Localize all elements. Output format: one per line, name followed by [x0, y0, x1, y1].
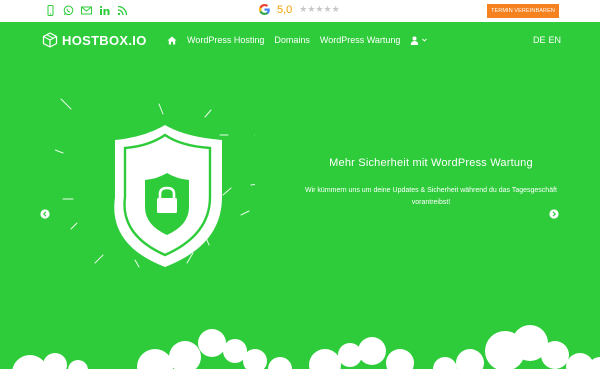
nav-item-wordpress-wartung[interactable]: WordPress Wartung: [320, 35, 401, 45]
lang-de[interactable]: DE: [533, 35, 546, 45]
google-rating[interactable]: 5,0 ★★★★★: [258, 3, 340, 16]
chevron-down-icon: [422, 38, 428, 42]
logo-text: HOSTBOX.IO: [62, 32, 147, 48]
whatsapp-icon[interactable]: [63, 5, 74, 16]
main-nav: WordPress Hosting Domains WordPress Wart…: [167, 35, 428, 45]
top-bar: 5,0 ★★★★★ TERMIN VEREINBAREN: [0, 0, 600, 22]
slider-next-arrow-icon[interactable]: [549, 209, 559, 219]
hero-title: Mehr Sicherheit mit WordPress Wartung: [329, 157, 533, 169]
language-switcher: DE EN: [533, 35, 561, 45]
rating-stars: ★★★★★: [299, 4, 340, 15]
linkedin-icon[interactable]: [99, 5, 110, 16]
contact-icons: [45, 5, 128, 16]
hero-subtitle: Wir kümmern uns um deine Updates & Siche…: [304, 187, 557, 206]
home-icon[interactable]: [167, 36, 177, 45]
book-appointment-button[interactable]: TERMIN VEREINBAREN: [487, 4, 559, 18]
nav-item-wordpress-hosting[interactable]: WordPress Hosting: [187, 35, 264, 45]
rss-icon[interactable]: [117, 5, 128, 16]
phone-icon[interactable]: [45, 5, 56, 16]
box-logo-icon: [42, 32, 58, 48]
mail-icon[interactable]: [81, 5, 92, 16]
cloud-decoration: [0, 325, 600, 375]
nav-item-domains[interactable]: Domains: [274, 35, 310, 45]
rating-score: 5,0: [277, 3, 293, 16]
slider-prev-arrow-icon[interactable]: [40, 209, 50, 219]
user-icon: [411, 36, 419, 45]
logo[interactable]: HOSTBOX.IO: [42, 32, 147, 48]
lang-en[interactable]: EN: [549, 35, 562, 45]
google-icon: [259, 3, 270, 15]
security-shield-illustration: [55, 98, 255, 268]
user-menu[interactable]: [410, 36, 428, 45]
